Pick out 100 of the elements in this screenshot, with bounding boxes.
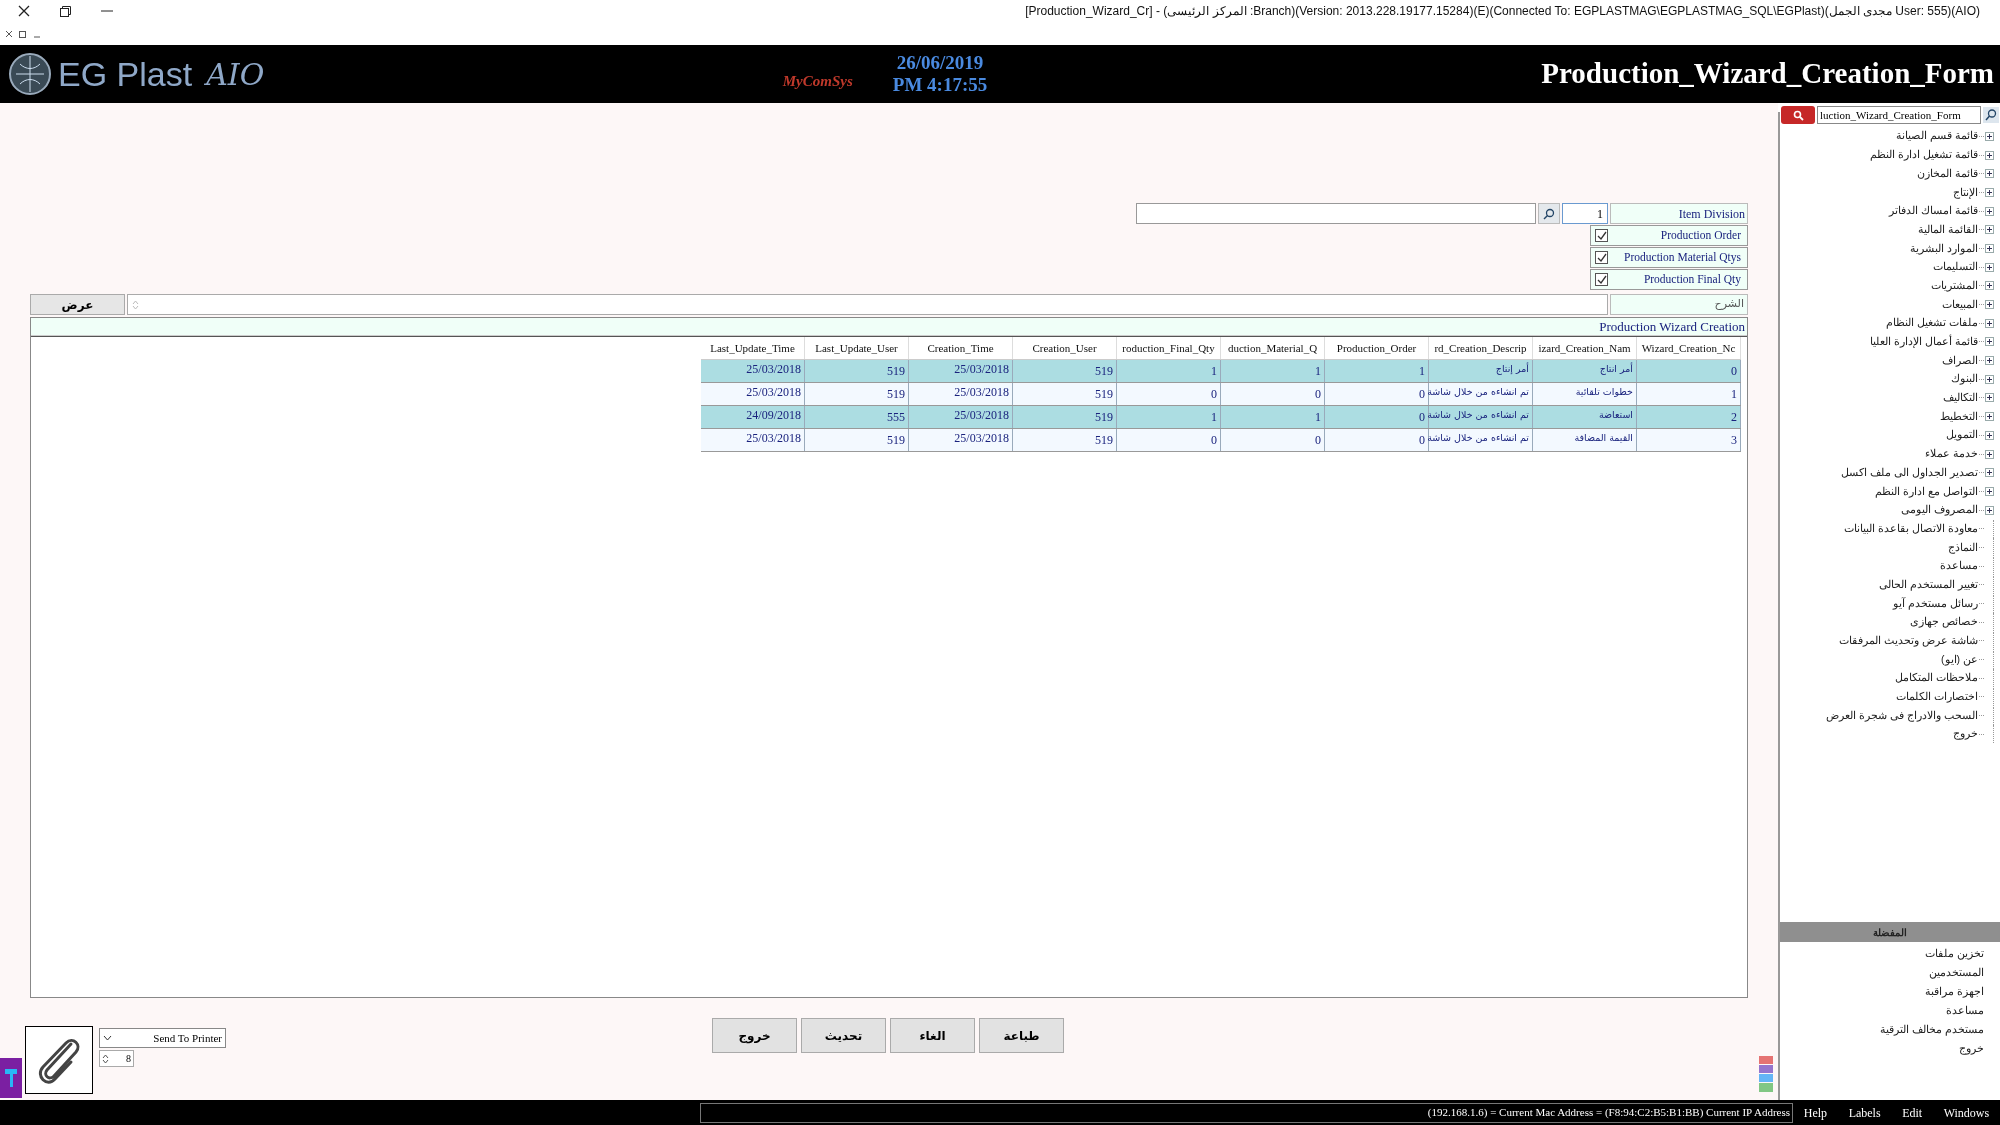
- restore-icon[interactable]: [60, 5, 71, 17]
- action-button[interactable]: خروج: [712, 1018, 797, 1053]
- menu-tree-item[interactable]: السحب والادراج فى شجرة العرض: [1826, 707, 1978, 724]
- copies-spinner[interactable]: 8: [99, 1050, 134, 1067]
- column-header[interactable]: Wizard_Creation_Nc: [1637, 337, 1741, 359]
- menu-tree-item[interactable]: تغيير المستخدم الحالى: [1879, 576, 1978, 593]
- expand-icon[interactable]: [1985, 430, 1994, 440]
- menu-tree-item[interactable]: معاودة الاتصال بقاعدة البيانات: [1844, 520, 1978, 537]
- favorite-item[interactable]: المستخدمين: [1929, 964, 1984, 981]
- menu-item[interactable]: Edit: [1902, 1103, 1923, 1122]
- favorite-item[interactable]: تخزين ملفات: [1925, 945, 1984, 962]
- menu-tree-item[interactable]: قائمة تشغيل ادارة النظم: [1870, 147, 1978, 163]
- menu-tree-item[interactable]: قائمة أعمال الإدارة العليا: [1870, 334, 1978, 350]
- search-icon[interactable]: [1983, 107, 1999, 123]
- menu-search-field[interactable]: luction_Wizard_Creation_Form: [1817, 106, 1981, 124]
- expand-icon[interactable]: [1985, 281, 1994, 291]
- search-button[interactable]: [1538, 203, 1560, 224]
- checkbox-row[interactable]: Production Order: [1590, 225, 1748, 246]
- item-search-field[interactable]: [1136, 203, 1536, 224]
- menu-tree-item[interactable]: الصراف: [1942, 352, 1978, 369]
- action-button[interactable]: تحديث: [801, 1018, 886, 1053]
- menu-item[interactable]: Help: [1803, 1103, 1828, 1122]
- menu-tree-item[interactable]: رسائل مستخدم آيو: [1893, 595, 1978, 612]
- column-header[interactable]: Last_Update_Time: [701, 337, 805, 359]
- menu-tree-item[interactable]: قائمة قسم الصيانة: [1896, 128, 1978, 145]
- column-header[interactable]: Creation_User: [1013, 337, 1117, 359]
- printer-dropdown[interactable]: Send To Printer: [99, 1028, 226, 1048]
- menu-tree-item[interactable]: ملاحظات المتكامل: [1895, 670, 1978, 687]
- menu-tree-item[interactable]: ملفات تشغيل النظام: [1886, 315, 1978, 332]
- menu-tree-item[interactable]: التسليمات: [1933, 259, 1978, 276]
- menu-tree-item[interactable]: الموارد البشرية: [1910, 240, 1978, 257]
- menu-tree-item[interactable]: قائمة المخازن: [1917, 165, 1978, 182]
- expand-icon[interactable]: [1985, 337, 1994, 347]
- close-icon[interactable]: [18, 5, 30, 17]
- menu-tree-item[interactable]: المصروف اليومى: [1901, 502, 1978, 518]
- menu-tree-item[interactable]: التخطيط: [1940, 408, 1978, 425]
- checkbox-row[interactable]: Production Final Qty: [1590, 269, 1748, 290]
- expand-icon[interactable]: [1985, 131, 1994, 141]
- expand-icon[interactable]: [1985, 262, 1994, 272]
- menu-tree-item[interactable]: المبيعات: [1942, 296, 1978, 313]
- menu-tree-item[interactable]: اختصارات الكلمات: [1896, 689, 1978, 705]
- expand-icon[interactable]: [1985, 486, 1994, 496]
- restore-icon[interactable]: [19, 29, 27, 38]
- checkbox-row[interactable]: Production Material Qtys: [1590, 247, 1748, 268]
- expand-icon[interactable]: [1985, 187, 1994, 197]
- menu-tree-item[interactable]: تصدير الجداول الى ملف اكسل: [1841, 464, 1978, 481]
- checkbox[interactable]: [1595, 251, 1608, 264]
- menu-tree-item[interactable]: التمويل: [1946, 427, 1978, 444]
- action-button[interactable]: الغاء: [890, 1018, 975, 1053]
- expand-icon[interactable]: [1985, 150, 1994, 160]
- column-header[interactable]: Last_Update_User: [805, 337, 909, 359]
- attachment-button[interactable]: [25, 1026, 93, 1094]
- expand-icon[interactable]: [1985, 206, 1994, 216]
- menu-tree-item[interactable]: التواصل مع ادارة النظم: [1875, 483, 1978, 500]
- favorite-item[interactable]: خروج: [1959, 1040, 1984, 1057]
- expand-icon[interactable]: [1985, 169, 1994, 179]
- expand-icon[interactable]: [1985, 505, 1994, 515]
- favorite-item[interactable]: مستخدم مخالف الترقية: [1880, 1021, 1984, 1038]
- menu-item[interactable]: Windows: [1943, 1103, 1990, 1122]
- menu-tree-item[interactable]: خروج: [1953, 726, 1978, 743]
- checkbox[interactable]: [1595, 229, 1608, 242]
- expand-icon[interactable]: [1985, 393, 1994, 403]
- menu-tree-item[interactable]: الإنتاج: [1953, 184, 1978, 201]
- expand-icon[interactable]: [1985, 243, 1994, 253]
- app-tab-icon[interactable]: [0, 1058, 22, 1098]
- menu-tree-item[interactable]: قائمة امساك الدفاتر: [1889, 203, 1978, 219]
- action-button[interactable]: طباعة: [979, 1018, 1064, 1053]
- show-button[interactable]: عرض: [30, 294, 125, 315]
- column-header[interactable]: duction_Material_Q: [1221, 337, 1325, 359]
- expand-icon[interactable]: [1985, 225, 1994, 235]
- column-header[interactable]: rd_Creation_Descrip: [1429, 337, 1533, 359]
- expand-icon[interactable]: [1985, 374, 1994, 384]
- menu-tree-item[interactable]: خدمة عملاء: [1925, 446, 1978, 462]
- column-header[interactable]: izard_Creation_Nam: [1533, 337, 1637, 359]
- menu-tree-item[interactable]: مساعدة: [1940, 558, 1978, 575]
- expand-icon[interactable]: [1985, 300, 1994, 310]
- expand-icon[interactable]: [1985, 449, 1994, 459]
- column-header[interactable]: Production_Order: [1325, 337, 1429, 359]
- checkbox[interactable]: [1595, 273, 1608, 286]
- favorite-item[interactable]: مساعدة: [1946, 1002, 1984, 1019]
- favorite-item[interactable]: اجهزة مراقبة: [1925, 983, 1984, 1000]
- menu-tree-item[interactable]: المشتريات: [1931, 277, 1978, 294]
- menu-item[interactable]: Labels: [1848, 1103, 1881, 1122]
- description-field[interactable]: [127, 294, 1608, 315]
- menu-tree-item[interactable]: النماذج: [1948, 539, 1978, 556]
- menu-tree-item[interactable]: القائمة المالية: [1918, 221, 1978, 238]
- item-division-field[interactable]: 1: [1562, 203, 1608, 224]
- close-icon[interactable]: [5, 29, 13, 38]
- menu-tree-item[interactable]: خصائص جهازى: [1910, 614, 1978, 631]
- expand-icon[interactable]: [1985, 318, 1994, 328]
- expand-icon[interactable]: [1985, 468, 1994, 478]
- menu-tree-item[interactable]: التكاليف: [1943, 390, 1978, 406]
- expand-icon[interactable]: [1985, 412, 1994, 422]
- column-header[interactable]: Creation_Time: [909, 337, 1013, 359]
- menu-tree-item[interactable]: عن (ايو): [1941, 651, 1978, 668]
- search-button[interactable]: [1781, 106, 1815, 124]
- menu-tree-item[interactable]: شاشة عرض وتحديث المرفقات: [1839, 633, 1978, 649]
- menu-tree-item[interactable]: البنوك: [1951, 371, 1978, 388]
- column-header[interactable]: roduction_Final_Qty: [1117, 337, 1221, 359]
- expand-icon[interactable]: [1985, 356, 1994, 366]
